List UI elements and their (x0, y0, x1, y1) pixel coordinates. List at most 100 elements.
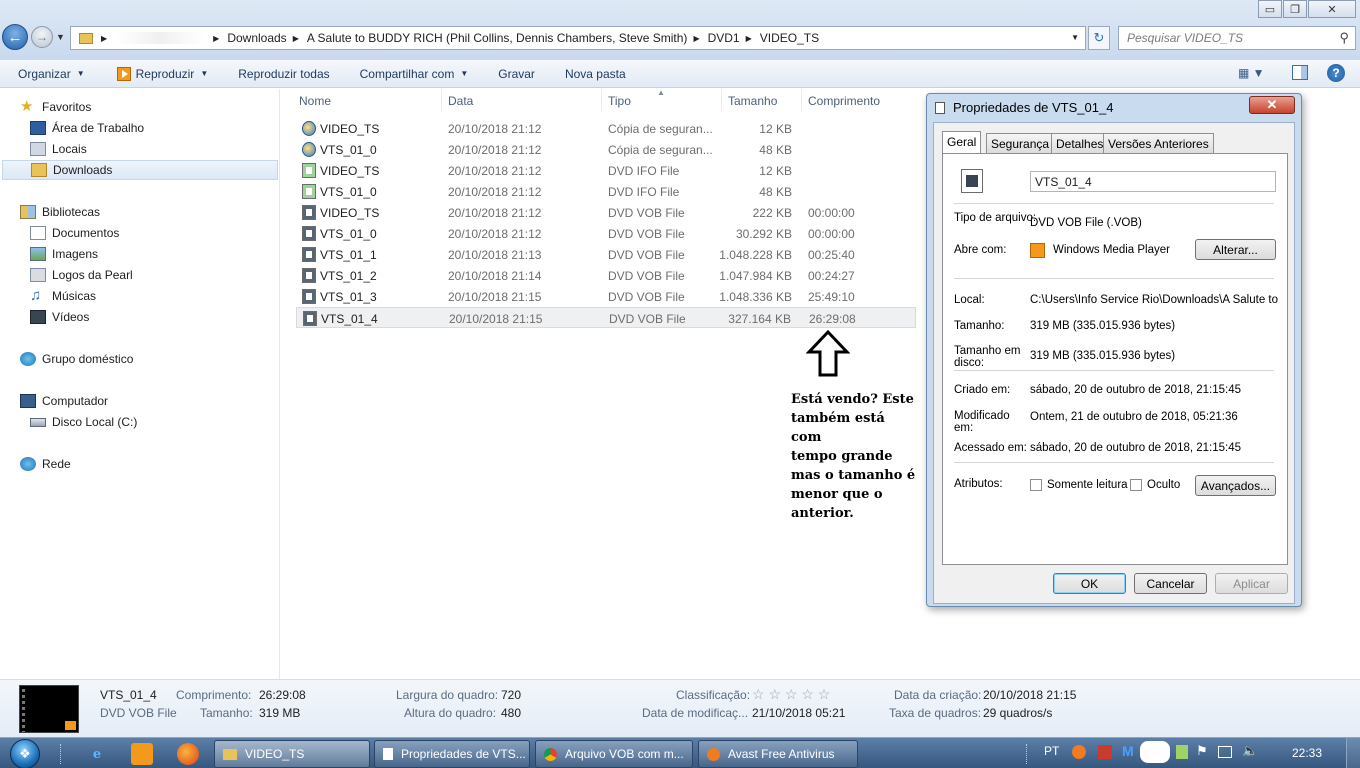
address-dropdown-icon[interactable]: ▼ (1071, 33, 1079, 42)
back-button[interactable]: ← (2, 24, 28, 50)
chevron-right-icon[interactable]: ▶ (693, 34, 699, 43)
avast-tray-icon[interactable] (1072, 745, 1086, 759)
search-icon[interactable]: ⚲ (1339, 30, 1349, 46)
file-row[interactable]: VIDEO_TS 20/10/2018 21:12 DVD VOB File 222 … (296, 202, 916, 223)
cancel-button[interactable]: Cancelar (1134, 573, 1207, 594)
file-row[interactable]: VTS_01_1 20/10/2018 21:13 DVD VOB File 1.04… (296, 244, 916, 265)
chevron-right-icon[interactable]: ▶ (746, 34, 752, 43)
taskbar-properties[interactable]: Propriedades de VTS... (374, 740, 530, 768)
address-bar[interactable]: ▶ ▶ Downloads ▶ A Salute to BUDDY RICH (… (70, 26, 1086, 50)
nav-homegroup[interactable]: Grupo doméstico (20, 349, 133, 369)
burn-button[interactable]: Gravar (498, 67, 535, 81)
homegroup-icon (20, 352, 36, 366)
nav-downloads[interactable]: Downloads (2, 160, 278, 180)
file-name-field[interactable]: VTS_01_4 (1030, 171, 1276, 192)
nav-music[interactable]: ♫ Músicas (30, 286, 96, 306)
folder-icon (223, 748, 237, 760)
taskbar-chrome[interactable]: Arquivo VOB com m... (535, 740, 693, 768)
share-button[interactable]: Compartilhar com ▼ (360, 67, 469, 81)
close-button[interactable]: ✕ (1308, 0, 1356, 18)
disk-size-label: Tamanho em disco: (954, 345, 1021, 369)
show-desktop-button[interactable] (1346, 738, 1360, 768)
organize-button[interactable]: Organizar ▼ (18, 67, 85, 81)
help-icon[interactable]: ? (1327, 64, 1345, 82)
search-input[interactable]: Pesquisar VIDEO_TS ⚲ (1118, 26, 1356, 50)
breadcrumb-album[interactable]: A Salute to BUDDY RICH (Phil Collins, De… (307, 31, 688, 45)
advanced-button[interactable]: Avançados... (1195, 475, 1276, 496)
column-header-size[interactable]: Tamanho (728, 94, 777, 108)
redacted-tray-area (1140, 741, 1170, 763)
hidden-checkbox[interactable] (1130, 479, 1142, 491)
media-player-icon (1030, 243, 1045, 258)
play-all-button[interactable]: Reproduzir todas (238, 67, 329, 81)
file-row[interactable]: VTS_01_4 20/10/2018 21:15 DVD VOB File 327.… (296, 307, 916, 328)
breadcrumb-downloads[interactable]: Downloads (227, 31, 286, 45)
file-size: 1.047.984 KB (719, 269, 792, 283)
forward-button[interactable]: → (31, 26, 53, 48)
file-row[interactable]: VIDEO_TS 20/10/2018 21:12 Cópia de seguran… (296, 118, 916, 139)
nav-network[interactable]: Rede (20, 454, 71, 474)
nav-computer[interactable]: Computador (20, 391, 108, 411)
taskbar-avast[interactable]: Avast Free Antivirus (698, 740, 858, 768)
language-indicator[interactable]: PT (1044, 744, 1059, 758)
file-row[interactable]: VTS_01_0 20/10/2018 21:12 DVD IFO File 48 K… (296, 181, 916, 202)
created-label: Criado em: (954, 384, 1011, 396)
nav-places[interactable]: Locais (30, 139, 87, 159)
file-row[interactable]: VTS_01_2 20/10/2018 21:14 DVD VOB File 1.04… (296, 265, 916, 286)
nav-local-disk[interactable]: Disco Local (C:) (30, 412, 137, 432)
nav-images[interactable]: Imagens (30, 244, 98, 264)
column-header-name[interactable]: Nome (299, 94, 331, 108)
refresh-button[interactable]: ↻ (1088, 26, 1110, 50)
breadcrumb-video-ts[interactable]: VIDEO_TS (760, 31, 819, 45)
ok-button[interactable]: OK (1053, 573, 1126, 594)
maximize-button[interactable]: ❐ (1283, 0, 1307, 18)
column-header-length[interactable]: Comprimento (808, 94, 880, 108)
taskbar-explorer[interactable]: VIDEO_TS (214, 740, 370, 768)
clock[interactable]: 22:33 (1292, 746, 1322, 760)
nav-documents[interactable]: Documentos (30, 223, 119, 243)
chevron-right-icon[interactable]: ▶ (213, 34, 219, 43)
column-header-type[interactable]: Tipo (608, 94, 631, 108)
apply-button[interactable]: Aplicar (1215, 573, 1288, 594)
tab-general[interactable]: Geral (942, 131, 982, 154)
breadcrumb-dvd1[interactable]: DVD1 (708, 31, 740, 45)
change-button[interactable]: Alterar... (1195, 239, 1276, 260)
internet-explorer-icon[interactable]: e (86, 743, 108, 765)
general-tab-panel: VTS_01_4 Tipo de arquivo: DVD VOB File (… (942, 153, 1288, 565)
update-tray-icon[interactable] (1176, 745, 1188, 759)
firefox-icon[interactable] (177, 743, 199, 765)
readonly-checkbox[interactable] (1030, 479, 1042, 491)
nav-desktop[interactable]: Área de Trabalho (30, 118, 144, 138)
file-date: 20/10/2018 21:12 (448, 143, 542, 157)
tab-security[interactable]: Segurança (986, 133, 1055, 153)
nav-favorites[interactable]: ★ Favoritos (20, 97, 91, 117)
nav-videos[interactable]: Vídeos (30, 307, 89, 327)
nav-pearl-logos[interactable]: Logos da Pearl (30, 265, 133, 285)
file-row[interactable]: VTS_01_0 20/10/2018 21:12 DVD VOB File 30.2… (296, 223, 916, 244)
file-row[interactable]: VTS_01_0 20/10/2018 21:12 Cópia de seguran… (296, 139, 916, 160)
media-player-icon[interactable] (131, 743, 153, 765)
dialog-close-button[interactable]: ✕ (1249, 96, 1295, 114)
preview-pane-icon[interactable] (1292, 65, 1308, 80)
start-button[interactable]: ❖ (4, 738, 46, 768)
new-folder-button[interactable]: Nova pasta (565, 67, 626, 81)
rating-stars[interactable]: ☆ ☆ ☆ ☆ ☆ (752, 686, 830, 703)
play-button[interactable]: Reproduzir ▼ (116, 66, 208, 81)
detail-length-label: Comprimento: (176, 688, 252, 702)
network-tray-icon[interactable] (1218, 746, 1232, 758)
chevron-right-icon[interactable]: ▶ (101, 34, 107, 43)
chevron-right-icon[interactable]: ▶ (293, 34, 299, 43)
minimize-button[interactable]: ▭ (1258, 0, 1282, 18)
volume-icon[interactable]: 🔈 (1242, 743, 1258, 759)
file-row[interactable]: VIDEO_TS 20/10/2018 21:12 DVD IFO File 12 K… (296, 160, 916, 181)
history-dropdown-button[interactable]: ▼ (56, 32, 65, 42)
tab-previous-versions[interactable]: Versões Anteriores (1103, 133, 1214, 153)
tab-details[interactable]: Detalhes (1051, 133, 1109, 153)
column-header-date[interactable]: Data (448, 94, 473, 108)
security-tray-icon[interactable] (1098, 745, 1112, 759)
malwarebytes-tray-icon[interactable]: M (1122, 743, 1134, 759)
nav-libraries[interactable]: Bibliotecas (20, 202, 100, 222)
file-row[interactable]: VTS_01_3 20/10/2018 21:15 DVD VOB File 1.04… (296, 286, 916, 307)
action-center-flag-icon[interactable]: ⚑ (1196, 743, 1208, 759)
view-options-icon[interactable]: ▦ ▼ (1238, 66, 1265, 80)
